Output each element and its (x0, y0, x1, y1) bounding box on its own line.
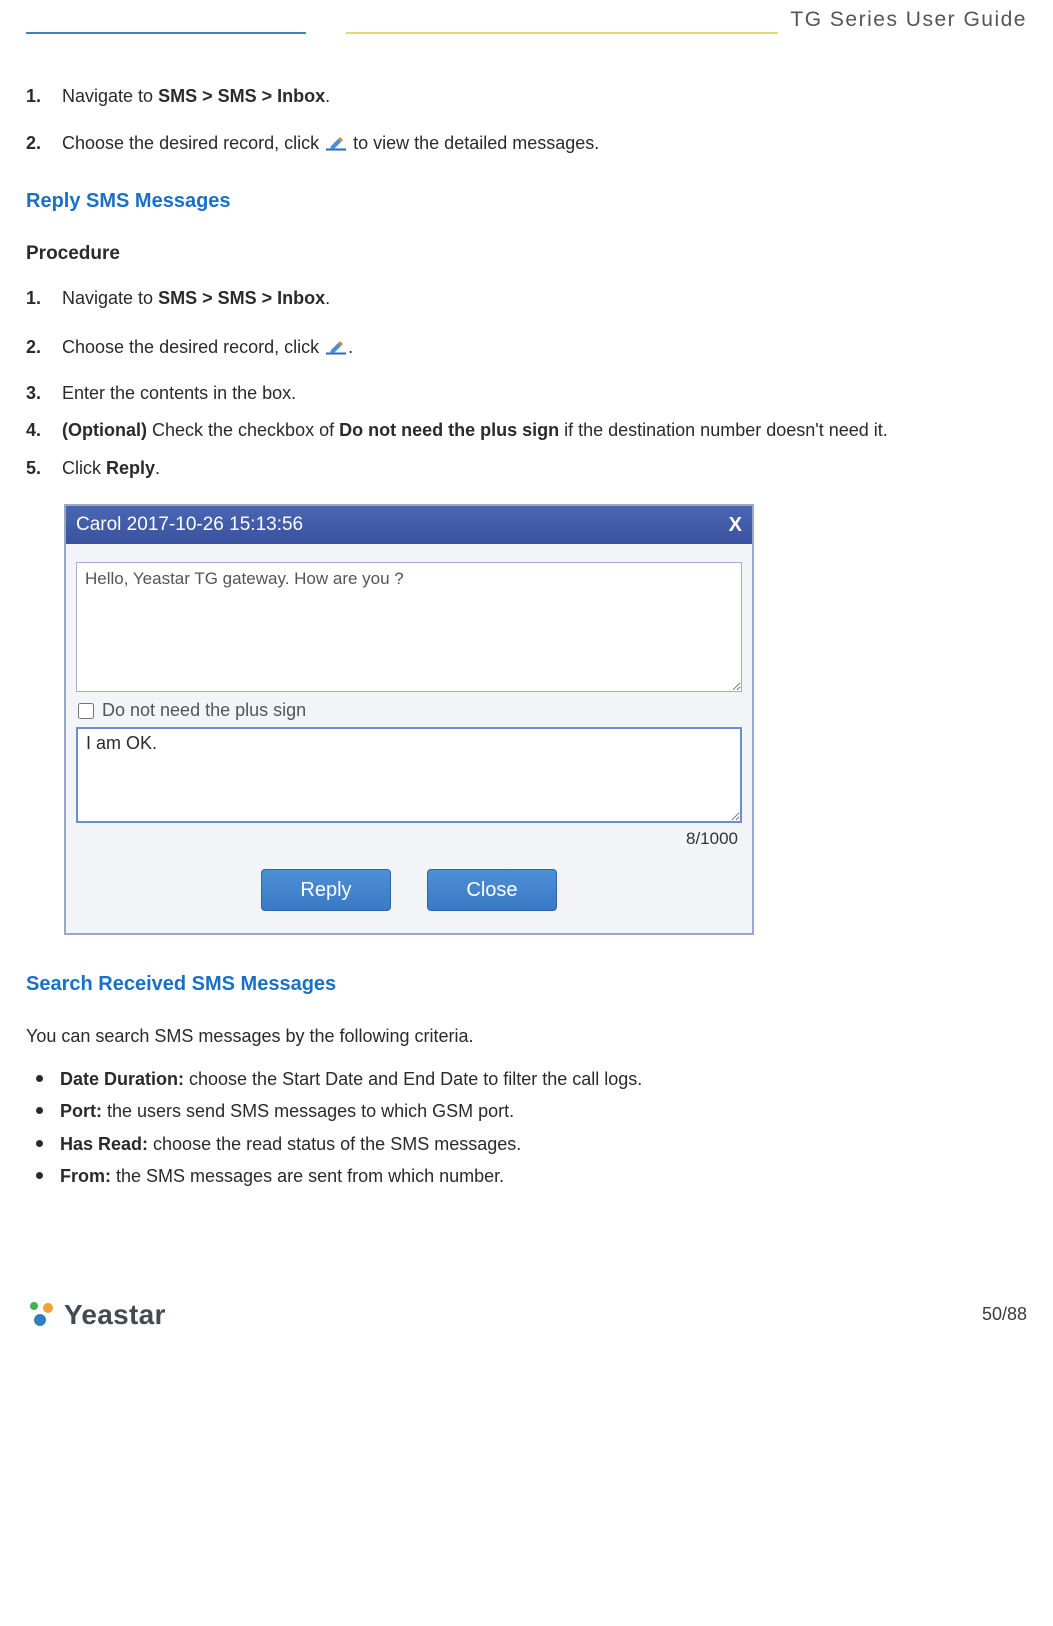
step-3: 3. Enter the contents in the box. (26, 378, 1027, 410)
step-number: 2. (26, 129, 62, 158)
criterion-desc: the SMS messages are sent from which num… (111, 1166, 504, 1186)
step-text: Navigate to SMS > SMS > Inbox. (62, 283, 1027, 315)
header-divider-blue (26, 32, 306, 34)
dialog-buttons: Reply Close (76, 869, 742, 911)
logo-text: Yeastar (64, 1299, 166, 1331)
received-message-text: Hello, Yeastar TG gateway. How are you ? (85, 569, 404, 588)
criterion-desc: choose the Start Date and End Date to fi… (184, 1069, 642, 1089)
text: Navigate to (62, 288, 158, 308)
edit-icon (326, 131, 346, 147)
dialog-body: Hello, Yeastar TG gateway. How are you ?… (66, 544, 752, 933)
logo-icon (26, 1300, 56, 1330)
plus-sign-checkbox-row[interactable]: Do not need the plus sign (78, 700, 742, 721)
text: . (348, 337, 353, 357)
nav-path: SMS > SMS > Inbox (158, 288, 325, 308)
step-text: Choose the desired record, click . (62, 332, 1027, 364)
reply-button[interactable]: Reply (261, 869, 391, 911)
char-counter: 8/1000 (76, 829, 742, 849)
optional-label: (Optional) (62, 420, 147, 440)
procedure-label: Procedure (26, 243, 1027, 265)
page-title: TG Series User Guide (790, 8, 1027, 34)
criterion-label: From: (60, 1166, 111, 1186)
step-1: 1. Navigate to SMS > SMS > Inbox. (26, 82, 1027, 111)
criterion-label: Date Duration: (60, 1069, 184, 1089)
header-divider-yellow (346, 32, 778, 34)
text: . (155, 458, 160, 478)
search-sms-heading: Search Received SMS Messages (26, 973, 1027, 996)
main-content: 1. Navigate to SMS > SMS > Inbox. 2. Cho… (0, 34, 1053, 1203)
step-text: (Optional) Check the checkbox of Do not … (62, 415, 1027, 447)
step-4: 4. (Optional) Check the checkbox of Do n… (26, 415, 1027, 447)
step-1: 1. Navigate to SMS > SMS > Inbox. (26, 283, 1027, 315)
list-item: From: the SMS messages are sent from whi… (28, 1160, 1027, 1192)
yeastar-logo: Yeastar (26, 1299, 166, 1331)
step-text: Choose the desired record, click to view… (62, 129, 1027, 158)
button-name: Reply (106, 458, 155, 478)
step-text: Enter the contents in the box. (62, 378, 1027, 410)
step-number: 1. (26, 82, 62, 111)
text: Check the checkbox of (147, 420, 339, 440)
nav-path: SMS > SMS > Inbox (158, 86, 325, 106)
checkbox-label: Do not need the plus sign (102, 700, 306, 721)
text: if the destination number doesn't need i… (559, 420, 888, 440)
step-number: 1. (26, 283, 62, 315)
text: Choose the desired record, click (62, 133, 324, 153)
criterion-desc: choose the read status of the SMS messag… (148, 1134, 521, 1154)
text: . (325, 288, 330, 308)
edit-icon (326, 334, 346, 350)
step-number: 5. (26, 453, 62, 485)
step-number: 4. (26, 415, 62, 447)
step-number: 3. (26, 378, 62, 410)
dialog-title: Carol 2017-10-26 15:13:56 (76, 514, 303, 536)
list-item: Has Read: choose the read status of the … (28, 1128, 1027, 1160)
step-2: 2. Choose the desired record, click to v… (26, 129, 1027, 158)
reply-textarea[interactable]: I am OK. (76, 727, 742, 823)
step-text: Click Reply. (62, 453, 1027, 485)
search-intro: You can search SMS messages by the follo… (26, 1026, 1027, 1047)
text: Navigate to (62, 86, 158, 106)
plus-sign-checkbox[interactable] (78, 703, 94, 719)
page-header: TG Series User Guide (0, 0, 1053, 34)
text: to view the detailed messages. (353, 133, 599, 153)
sms-reply-dialog: Carol 2017-10-26 15:13:56 X Hello, Yeast… (64, 504, 754, 935)
close-button[interactable]: Close (427, 869, 557, 911)
text: Choose the desired record, click (62, 337, 324, 357)
text: Click (62, 458, 106, 478)
dialog-title-bar: Carol 2017-10-26 15:13:56 X (66, 506, 752, 544)
list-item: Port: the users send SMS messages to whi… (28, 1095, 1027, 1127)
step-2: 2. Choose the desired record, click . (26, 332, 1027, 364)
step-number: 2. (26, 332, 62, 364)
search-criteria-list: Date Duration: choose the Start Date and… (26, 1063, 1027, 1193)
list-item: Date Duration: choose the Start Date and… (28, 1063, 1027, 1095)
criterion-label: Port: (60, 1101, 102, 1121)
view-sms-steps: 1. Navigate to SMS > SMS > Inbox. 2. Cho… (26, 82, 1027, 158)
step-5: 5. Click Reply. (26, 453, 1027, 485)
criterion-label: Has Read: (60, 1134, 148, 1154)
option-name: Do not need the plus sign (339, 420, 559, 440)
reply-sms-steps: 1. Navigate to SMS > SMS > Inbox. 2. Cho… (26, 283, 1027, 485)
text: . (325, 86, 330, 106)
reply-sms-heading: Reply SMS Messages (26, 190, 1027, 213)
received-message-box[interactable]: Hello, Yeastar TG gateway. How are you ? (76, 562, 742, 692)
criterion-desc: the users send SMS messages to which GSM… (102, 1101, 514, 1121)
page-number: 50/88 (982, 1304, 1027, 1325)
close-icon[interactable]: X (729, 514, 742, 537)
reply-text: I am OK. (86, 733, 157, 753)
step-text: Navigate to SMS > SMS > Inbox. (62, 82, 1027, 111)
page-footer: Yeastar 50/88 (0, 1293, 1053, 1349)
